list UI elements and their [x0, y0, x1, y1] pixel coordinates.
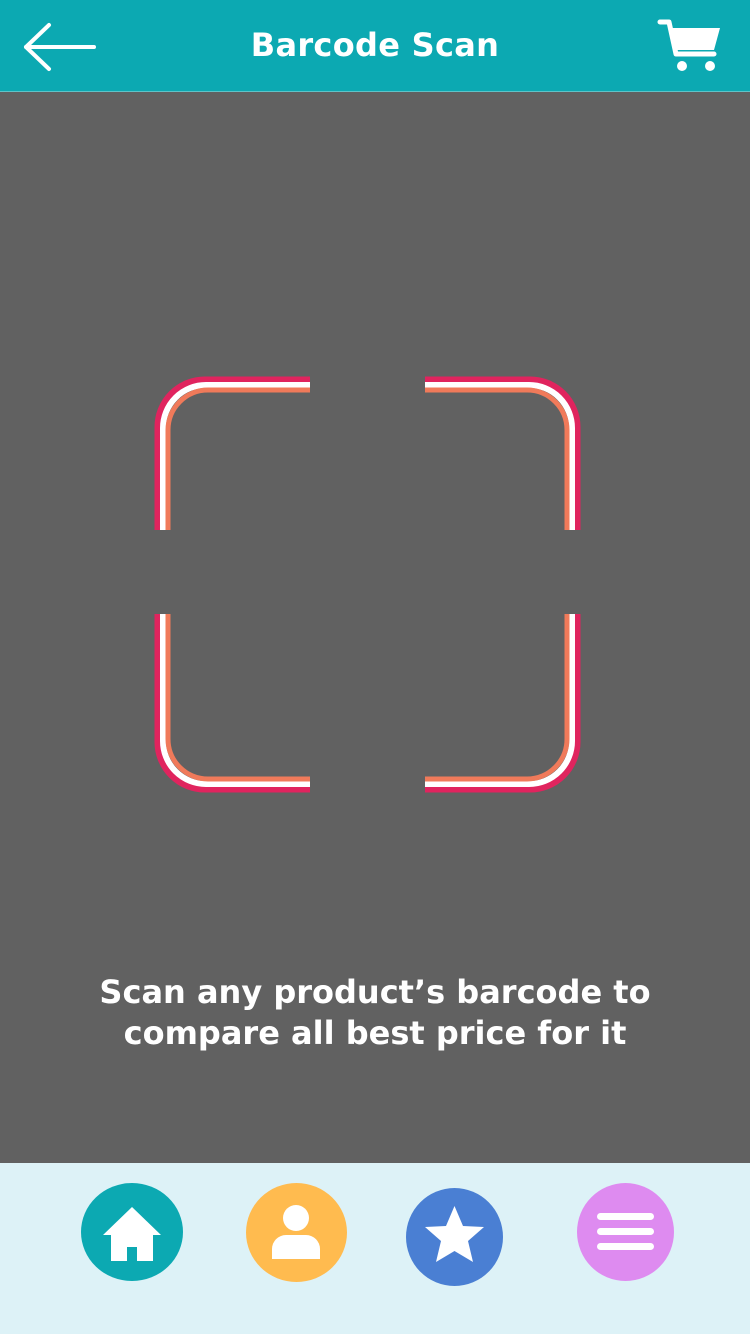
- camera-viewfinder: Scan any product’s barcode to compare al…: [0, 92, 750, 1163]
- nav-favorites-button[interactable]: [406, 1188, 503, 1286]
- scan-instruction-text: Scan any product’s barcode to compare al…: [99, 973, 651, 1052]
- user-icon: [272, 1205, 320, 1259]
- page-title: Barcode Scan: [250, 26, 500, 64]
- cart-button[interactable]: [656, 14, 726, 76]
- shopping-cart-icon: [657, 19, 720, 71]
- nav-menu-button[interactable]: [577, 1183, 674, 1281]
- bottom-navigation: [0, 1163, 750, 1334]
- menu-icon: [597, 1213, 654, 1250]
- scan-frame: [150, 372, 590, 802]
- star-icon: [425, 1206, 484, 1262]
- scan-frame-corners: [154, 376, 581, 793]
- home-icon: [103, 1207, 161, 1261]
- app-header: Barcode Scan: [0, 0, 750, 92]
- nav-home-button[interactable]: [81, 1183, 183, 1281]
- nav-profile-button[interactable]: [246, 1183, 347, 1282]
